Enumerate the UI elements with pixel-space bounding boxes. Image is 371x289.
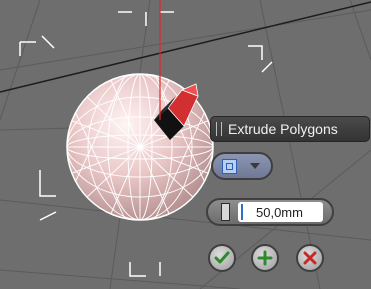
drag-grip-icon[interactable] (216, 122, 222, 136)
extrusion-type-dropdown[interactable] (211, 152, 273, 180)
height-value-field[interactable]: 50,0mm (238, 202, 323, 222)
apply-button[interactable] (251, 244, 279, 272)
ok-button[interactable] (208, 244, 236, 272)
height-value-text: 50,0mm (256, 204, 303, 220)
plus-icon (257, 250, 273, 266)
extrusion-height-icon (221, 203, 230, 221)
checkmark-icon (214, 251, 230, 264)
caddy-title-bar[interactable]: Extrude Polygons (210, 116, 370, 142)
extrusion-height-spinner[interactable]: 50,0mm (206, 198, 334, 226)
text-cursor (241, 204, 243, 220)
caddy-title-text: Extrude Polygons (228, 121, 338, 137)
3d-viewport[interactable]: Extrude Polygons 50,0mm (0, 0, 371, 289)
polygon-group-icon (222, 158, 237, 174)
cross-icon (303, 251, 317, 265)
cancel-button[interactable] (296, 244, 324, 272)
chevron-down-icon (250, 163, 260, 169)
